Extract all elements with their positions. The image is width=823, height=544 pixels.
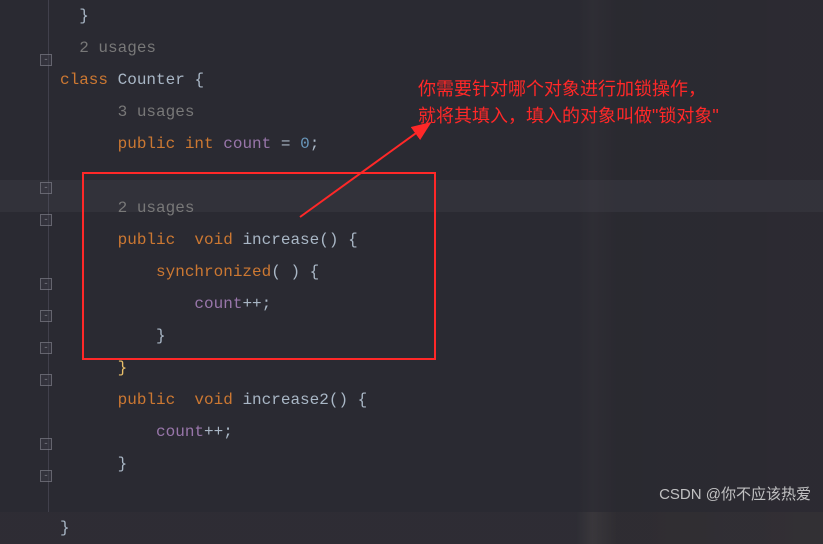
fold-icon[interactable]: -	[40, 374, 52, 386]
code-line: }	[60, 320, 823, 352]
code-line: synchronized( ) {	[60, 256, 823, 288]
code-line: }	[60, 448, 823, 480]
code-line: }	[60, 0, 823, 32]
fold-icon[interactable]: -	[40, 310, 52, 322]
code-line: public void increase2() {	[60, 384, 823, 416]
fold-icon[interactable]: -	[40, 470, 52, 482]
code-line: }	[60, 352, 823, 384]
annotation-text: 你需要针对哪个对象进行加锁操作， 就将其填入，填入的对象叫做"锁对象"	[418, 76, 719, 130]
fold-icon[interactable]: -	[40, 278, 52, 290]
editor-gutter: - - - - - - - - -	[0, 0, 55, 512]
fold-icon[interactable]: -	[40, 214, 52, 226]
watermark: CSDN @你不应该热爱	[659, 483, 811, 504]
usage-hint[interactable]: 2 usages	[60, 192, 823, 224]
code-line: count++;	[60, 416, 823, 448]
code-line	[60, 160, 823, 192]
fold-icon[interactable]: -	[40, 342, 52, 354]
usage-hint[interactable]: 2 usages	[60, 32, 823, 64]
fold-icon[interactable]: -	[40, 438, 52, 450]
code-line: public void increase() {	[60, 224, 823, 256]
code-line: public int count = 0;	[60, 128, 823, 160]
code-line: count++;	[60, 288, 823, 320]
fold-icon[interactable]: -	[40, 182, 52, 194]
fold-icon[interactable]: -	[40, 54, 52, 66]
code-line: }	[60, 512, 823, 544]
